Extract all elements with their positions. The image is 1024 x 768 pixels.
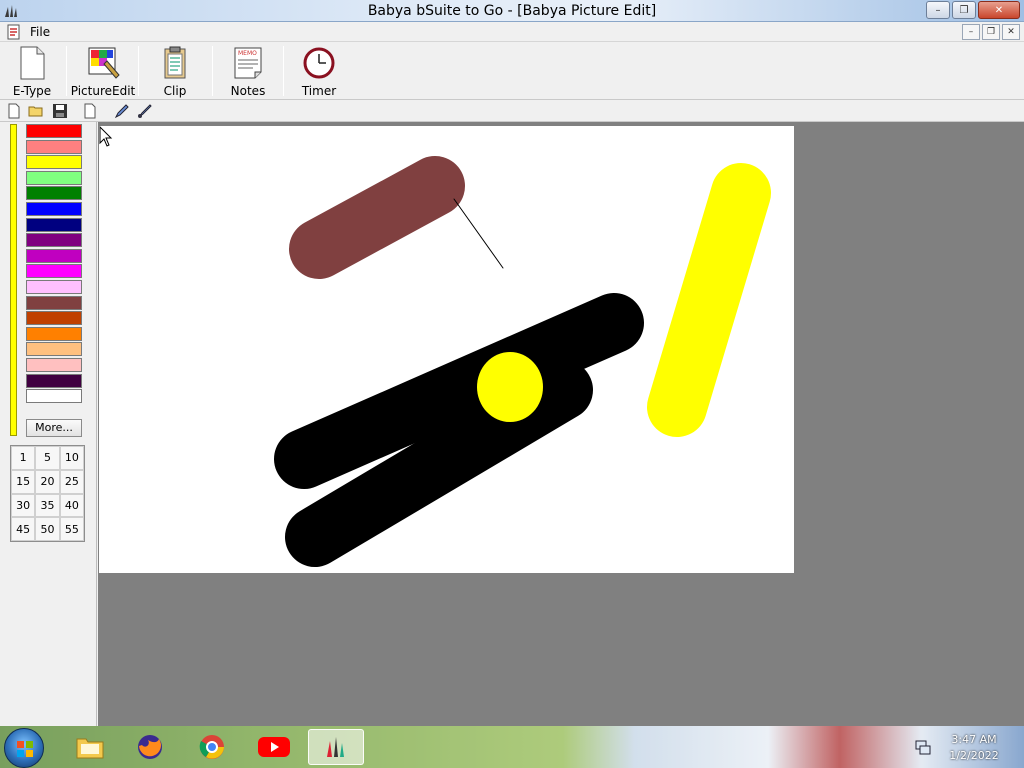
start-button[interactable] — [4, 728, 44, 768]
color-swatch[interactable] — [26, 155, 82, 170]
clock-date: 1/2/2022 — [949, 749, 999, 762]
taskbar: 3:47 AM 1/2/2022 — [0, 726, 1024, 768]
drawing-canvas[interactable] — [99, 126, 794, 573]
title-bar: Babya bSuite to Go - [Babya Picture Edit… — [0, 0, 1024, 22]
color-swatch[interactable] — [26, 139, 82, 154]
brush-size-35[interactable]: 35 — [35, 493, 60, 518]
document-system-icon[interactable] — [6, 24, 22, 40]
mouse-pointer-icon — [99, 126, 113, 147]
brush-size-5[interactable]: 5 — [35, 446, 60, 470]
color-swatch[interactable] — [26, 326, 82, 341]
picture-edit-button[interactable]: PictureEdit — [71, 46, 135, 98]
close-button[interactable]: ✕ — [978, 1, 1020, 19]
taskbar-file-explorer[interactable] — [62, 729, 118, 765]
new-icon[interactable] — [6, 103, 22, 119]
taskbar-chrome[interactable] — [184, 729, 240, 765]
restore-button[interactable]: ❐ — [952, 1, 976, 19]
color-palette — [26, 124, 82, 405]
color-swatch[interactable] — [26, 124, 82, 138]
menu-file[interactable]: File — [30, 25, 50, 39]
minimize-button[interactable]: – — [926, 1, 950, 19]
svg-text:MEMO: MEMO — [238, 50, 257, 57]
canvas-strokes — [274, 156, 771, 567]
chrome-icon — [199, 735, 224, 759]
app-toolbar: E-Type PictureEdit Clip MEMO Notes Timer — [0, 42, 1024, 100]
brush-icon[interactable] — [137, 103, 153, 119]
paint-stroke — [453, 198, 504, 269]
palette-panel: More... 1 5 10 15 20 25 30 35 40 45 50 55 — [0, 122, 97, 726]
taskbar-babya-bsuite[interactable] — [308, 729, 364, 765]
firefox-icon — [138, 735, 162, 759]
brush-size-grid: 1 5 10 15 20 25 30 35 40 45 50 55 — [10, 445, 85, 542]
clock-icon — [303, 47, 335, 79]
file-explorer-icon — [76, 738, 104, 759]
current-color-indicator — [10, 124, 17, 436]
memo-icon: MEMO — [234, 47, 262, 79]
paint-stroke — [289, 156, 465, 279]
youtube-icon — [258, 737, 290, 757]
child-restore-button[interactable]: ❐ — [982, 24, 1000, 40]
document-icon — [20, 46, 45, 80]
color-swatch[interactable] — [26, 311, 82, 326]
color-swatch[interactable] — [26, 217, 82, 232]
menu-bar: File – ❐ ✕ — [0, 22, 1024, 42]
color-swatch[interactable] — [26, 357, 82, 372]
notes-button[interactable]: MEMO Notes — [226, 46, 270, 98]
taskbar-youtube[interactable] — [246, 729, 302, 765]
save-icon[interactable] — [52, 103, 68, 119]
babya-bsuite-icon — [327, 737, 344, 757]
color-swatch[interactable] — [26, 170, 82, 185]
windows-logo-icon — [17, 741, 33, 757]
timer-button[interactable]: Timer — [299, 46, 339, 98]
taskbar-firefox[interactable] — [122, 729, 178, 765]
window-title: Babya bSuite to Go - [Babya Picture Edit… — [367, 3, 657, 19]
color-swatch[interactable] — [26, 201, 82, 216]
pencil-icon[interactable] — [114, 103, 130, 119]
picture-edit-icon — [88, 47, 120, 79]
page-icon[interactable] — [82, 103, 98, 119]
color-swatch[interactable] — [26, 389, 82, 404]
clock-time: 3:47 AM — [951, 733, 997, 746]
brush-size-55[interactable]: 55 — [59, 517, 84, 541]
clip-button[interactable]: Clip — [155, 46, 195, 98]
child-minimize-button[interactable]: – — [962, 24, 980, 40]
more-colors-button[interactable]: More... — [26, 419, 82, 437]
color-swatch[interactable] — [26, 186, 82, 201]
brush-size-40[interactable]: 40 — [59, 493, 84, 518]
color-swatch[interactable] — [26, 342, 82, 357]
network-icon[interactable] — [914, 738, 932, 756]
system-clock[interactable]: 3:47 AM 1/2/2022 — [942, 732, 1006, 764]
color-swatch[interactable] — [26, 248, 82, 263]
color-swatch[interactable] — [26, 264, 82, 279]
color-swatch[interactable] — [26, 279, 82, 294]
e-type-button[interactable]: E-Type — [10, 46, 54, 98]
brush-size-1[interactable]: 1 — [11, 446, 36, 470]
brush-size-30[interactable]: 30 — [11, 493, 36, 518]
drawing-toolbar — [0, 100, 1024, 122]
paint-blob — [477, 352, 543, 422]
paint-stroke — [647, 163, 771, 437]
brush-size-20[interactable]: 20 — [35, 469, 60, 494]
color-swatch[interactable] — [26, 233, 82, 248]
clipboard-icon — [164, 46, 186, 79]
color-swatch[interactable] — [26, 295, 82, 310]
brush-size-50[interactable]: 50 — [35, 517, 60, 541]
workspace — [98, 122, 1024, 726]
brush-size-45[interactable]: 45 — [11, 517, 36, 541]
color-swatch[interactable] — [26, 373, 82, 388]
brush-size-10[interactable]: 10 — [59, 446, 84, 470]
brush-size-25[interactable]: 25 — [59, 469, 84, 494]
brush-size-15[interactable]: 15 — [11, 469, 36, 494]
child-close-button[interactable]: ✕ — [1002, 24, 1020, 40]
open-folder-icon[interactable] — [28, 103, 44, 119]
